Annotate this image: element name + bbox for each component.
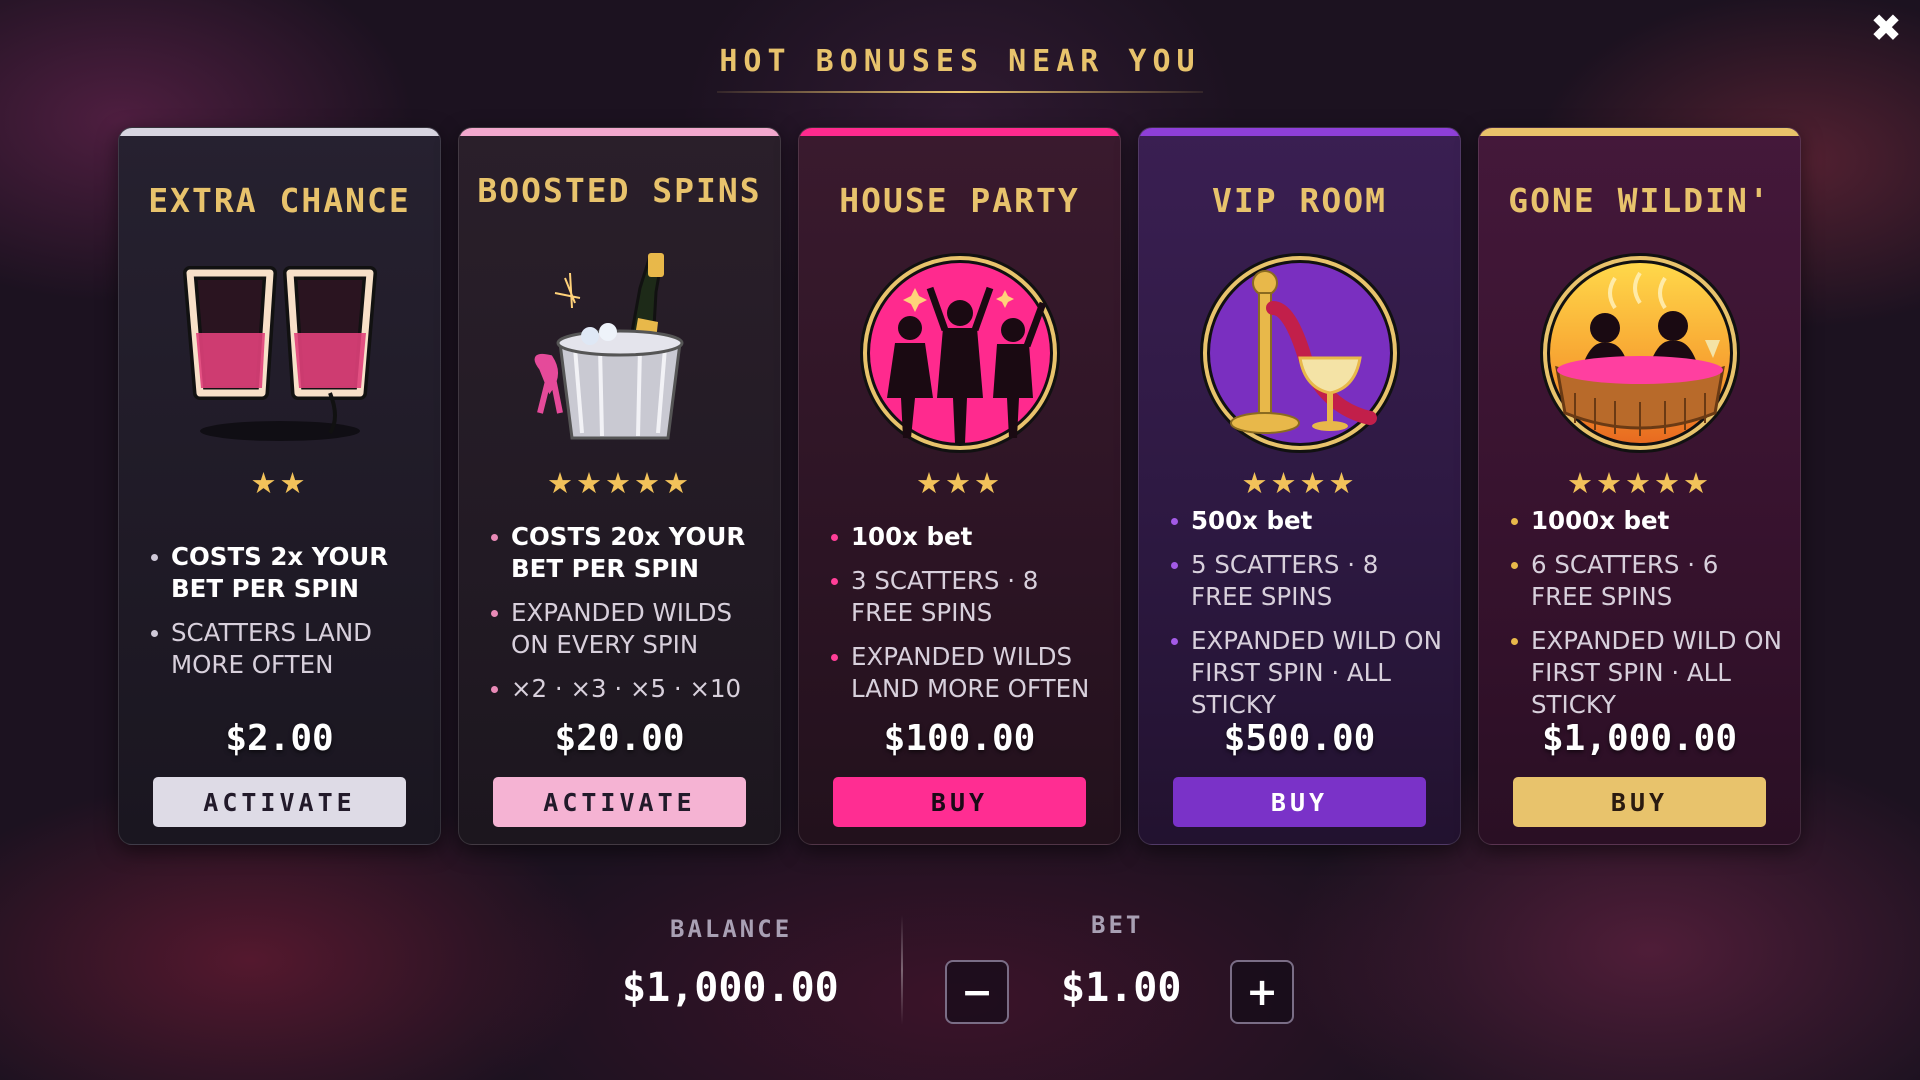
- activate-button[interactable]: ACTIVATE: [493, 777, 746, 827]
- feature-list: 500x bet 5 SCATTERS · 8 FREE SPINS EXPAN…: [1167, 505, 1442, 733]
- dancing-party-icon: [845, 243, 1075, 463]
- card-price: $500.00: [1223, 718, 1376, 759]
- card-price: $2.00: [225, 718, 334, 759]
- bonus-card-boosted-spins: BOOSTED SPINS ★★★★★ COSTS 20x YOUR BET P…: [458, 127, 781, 845]
- card-title: GONE WILDIN': [1508, 181, 1771, 220]
- feature-list: COSTS 2x YOUR BET PER SPIN SCATTERS LAND…: [147, 541, 422, 693]
- feature-item: ×2 · ×3 · ×5 · ×10: [487, 673, 762, 705]
- card-title: HOUSE PARTY: [839, 181, 1080, 220]
- buy-button[interactable]: BUY: [1173, 777, 1426, 827]
- card-price: $1,000.00: [1541, 718, 1738, 759]
- balance-value: $1,000.00: [622, 965, 839, 1011]
- feature-list: COSTS 20x YOUR BET PER SPIN EXPANDED WIL…: [487, 521, 762, 717]
- feature-item: EXPANDED WILDS LAND MORE OFTEN: [827, 641, 1102, 705]
- feature-item: 6 SCATTERS · 6 FREE SPINS: [1507, 549, 1782, 613]
- bet-increase-button[interactable]: +: [1230, 960, 1294, 1024]
- feature-item: COSTS 2x YOUR BET PER SPIN: [147, 541, 422, 605]
- title-underline: [717, 91, 1203, 93]
- activate-button[interactable]: ACTIVATE: [153, 777, 406, 827]
- balance-bet-bar: BALANCE $1,000.00 BET − $1.00 +: [0, 905, 1920, 1045]
- rating-stars: ★★★: [916, 466, 1003, 500]
- bonus-card-house-party: HOUSE PARTY ★★★ 100x bet 3 SCATTERS · 8 …: [798, 127, 1121, 845]
- buy-button[interactable]: BUY: [1513, 777, 1766, 827]
- rating-stars: ★★★★★: [547, 466, 692, 500]
- minus-icon: −: [961, 970, 993, 1014]
- bonus-card-vip-room: VIP ROOM ★★★★ 500x bet 5 SCATTERS · 8 FR…: [1138, 127, 1461, 845]
- plus-icon: +: [1246, 970, 1278, 1014]
- hot-tub-icon: [1525, 243, 1755, 463]
- rating-stars: ★★: [250, 466, 309, 500]
- vip-rope-cocktail-icon: [1185, 243, 1415, 463]
- rating-stars: ★★★★★: [1567, 466, 1712, 500]
- feature-item: 500x bet: [1167, 505, 1442, 537]
- balance-label: BALANCE: [670, 915, 793, 943]
- buy-button[interactable]: BUY: [833, 777, 1086, 827]
- bonus-card-extra-chance: EXTRA CHANCE ★★ COSTS 2x YOUR BET PER SP…: [118, 127, 441, 845]
- card-price: $20.00: [554, 718, 685, 759]
- page-title: HOT BONUSES NEAR YOU: [719, 44, 1201, 79]
- feature-item: 1000x bet: [1507, 505, 1782, 537]
- feature-item: 5 SCATTERS · 8 FREE SPINS: [1167, 549, 1442, 613]
- footer-divider: [901, 915, 903, 1025]
- champagne-bucket-icon: [505, 243, 735, 463]
- close-button[interactable]: ✖: [1866, 6, 1906, 50]
- feature-item: EXPANDED WILD ON FIRST SPIN · ALL STICKY: [1507, 625, 1782, 721]
- bet-label: BET: [1091, 911, 1144, 939]
- feature-list: 100x bet 3 SCATTERS · 8 FREE SPINS EXPAN…: [827, 521, 1102, 717]
- feature-list: 1000x bet 6 SCATTERS · 6 FREE SPINS EXPA…: [1507, 505, 1782, 733]
- rating-stars: ★★★★: [1241, 466, 1358, 500]
- bonus-cards: EXTRA CHANCE ★★ COSTS 2x YOUR BET PER SP…: [118, 127, 1802, 845]
- feature-item: EXPANDED WILD ON FIRST SPIN · ALL STICKY: [1167, 625, 1442, 721]
- feature-item: 100x bet: [827, 521, 1102, 553]
- bonus-card-gone-wildin: GONE WILDIN' ★★★★★ 1000x bet 6 SCATTERS …: [1478, 127, 1801, 845]
- card-title: BOOSTED SPINS: [477, 171, 762, 210]
- feature-item: EXPANDED WILDS ON EVERY SPIN: [487, 597, 762, 661]
- feature-item: 3 SCATTERS · 8 FREE SPINS: [827, 565, 1102, 629]
- card-title: EXTRA CHANCE: [148, 181, 411, 220]
- feature-item: COSTS 20x YOUR BET PER SPIN: [487, 521, 762, 585]
- feature-item: SCATTERS LAND MORE OFTEN: [147, 617, 422, 681]
- bet-value: $1.00: [1061, 965, 1182, 1011]
- card-price: $100.00: [883, 718, 1036, 759]
- bet-decrease-button[interactable]: −: [945, 960, 1009, 1024]
- neon-shot-glasses-icon: [165, 243, 395, 463]
- card-title: VIP ROOM: [1212, 181, 1387, 220]
